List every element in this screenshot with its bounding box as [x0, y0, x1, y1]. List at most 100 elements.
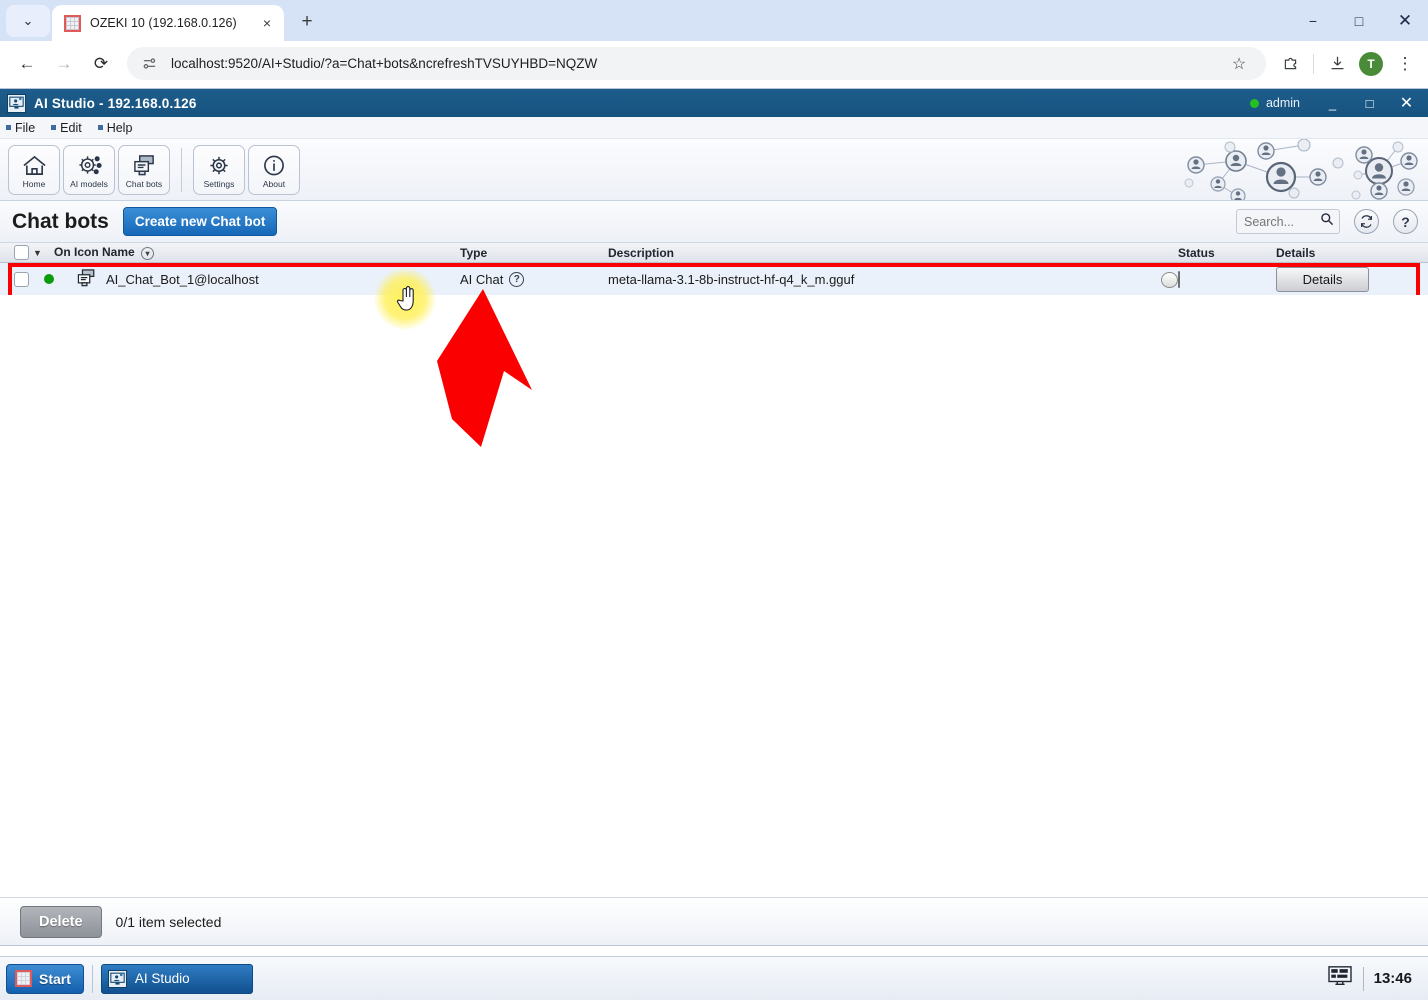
toggle-knob — [1161, 271, 1178, 288]
ribbon-label-about: About — [262, 178, 286, 189]
row-details-cell[interactable]: Details — [1276, 266, 1428, 292]
gear-icon — [207, 151, 231, 177]
ribbon-button-home[interactable]: Home — [8, 144, 60, 195]
site-settings-icon[interactable] — [137, 52, 161, 76]
ribbon-label-ai-models: AI models — [70, 178, 108, 189]
home-icon — [22, 151, 47, 177]
taskbar-divider — [91, 964, 93, 993]
tab-favicon-icon — [64, 14, 81, 32]
table-row[interactable]: AI_Chat_Bot_1@localhost AI Chat ? meta-l… — [0, 263, 1428, 295]
download-icon[interactable] — [1322, 49, 1352, 79]
menu-edit-label: Edit — [60, 120, 82, 135]
refresh-button[interactable] — [1354, 209, 1379, 234]
select-all-checkbox[interactable] — [14, 245, 29, 260]
address-bar-url: localhost:9520/AI+Studio/?a=Chat+bots&nc… — [171, 56, 598, 71]
status-toggle[interactable] — [1161, 270, 1180, 288]
menu-file[interactable]: File — [6, 121, 35, 135]
ribbon-divider — [181, 147, 182, 192]
row-type-label: AI Chat — [460, 271, 504, 287]
menu-edit[interactable]: Edit — [51, 121, 82, 135]
start-label: Start — [39, 970, 71, 987]
tab-search-chevron-icon[interactable]: ⌄ — [6, 5, 50, 37]
browser-menu-icon[interactable]: ⋮ — [1390, 49, 1420, 79]
browser-close-button[interactable]: ✕ — [1382, 0, 1428, 41]
start-logo-icon — [15, 970, 32, 987]
selection-count-label: 0/1 item selected — [115, 913, 222, 930]
tab-close-icon[interactable]: × — [256, 12, 278, 34]
browser-maximize-button[interactable]: □ — [1336, 0, 1382, 41]
table-empty-area — [0, 295, 1428, 929]
menu-help-label: Help — [106, 120, 133, 135]
logged-in-user[interactable]: admin — [1266, 96, 1300, 110]
tab-title: OZEKI 10 (192.168.0.126) — [90, 16, 237, 30]
menu-file-label: File — [15, 120, 36, 135]
taskbar-item-ai-studio[interactable]: AI Studio — [100, 963, 253, 994]
ai-studio-window: AI Studio - 192.168.0.126 admin _ □ ✕ Fi… — [0, 88, 1428, 946]
bookmark-star-icon[interactable]: ☆ — [1224, 49, 1254, 79]
chevron-down-icon[interactable]: ▼ — [33, 248, 42, 258]
select-all-cell[interactable]: ▼ — [0, 245, 44, 260]
column-header-name-label: On Icon Name — [54, 245, 135, 260]
delete-button[interactable]: Delete — [20, 905, 102, 938]
column-header-details[interactable]: Details — [1276, 246, 1428, 260]
new-tab-button[interactable]: + — [292, 7, 322, 37]
browser-tab[interactable]: OZEKI 10 (192.168.0.126) × — [52, 5, 284, 41]
address-bar[interactable]: localhost:9520/AI+Studio/?a=Chat+bots&nc… — [127, 47, 1266, 80]
menu-help[interactable]: Help — [97, 120, 133, 135]
reload-button[interactable]: ⟳ — [84, 47, 118, 81]
row-name[interactable]: AI_Chat_Bot_1@localhost — [106, 272, 460, 287]
profile-avatar[interactable]: T — [1359, 51, 1383, 76]
menu-bullet-icon — [51, 125, 57, 130]
chatbot-icon — [76, 268, 97, 291]
display-icon[interactable] — [1327, 965, 1353, 992]
taskbar: Start AI Studio 13:46 — [0, 956, 1428, 1000]
page-title: Chat bots — [12, 209, 109, 233]
page-header: Chat bots Create new Chat bot ? — [0, 201, 1428, 243]
forward-button[interactable]: → — [47, 47, 81, 81]
details-button[interactable]: Details — [1276, 266, 1369, 292]
taskbar-item-label: AI Studio — [134, 971, 190, 986]
app-title: AI Studio - 192.168.0.126 — [34, 95, 197, 111]
ribbon-label-settings: Settings — [203, 178, 235, 189]
help-button[interactable]: ? — [1393, 209, 1418, 234]
table-header-row: ▼ On Icon Name ▾ Type Description Status… — [0, 243, 1428, 263]
create-new-chat-bot-button[interactable]: Create new Chat bot — [122, 207, 278, 236]
back-button[interactable]: ← — [10, 47, 44, 81]
start-button[interactable]: Start — [6, 963, 84, 994]
row-select-cell[interactable] — [0, 271, 44, 287]
search-input[interactable] — [1244, 214, 1320, 229]
type-help-icon[interactable]: ? — [509, 271, 525, 287]
app-close-button[interactable]: ✕ — [1389, 89, 1424, 117]
app-window-controls: admin _ □ ✕ — [1249, 89, 1424, 117]
ribbon-button-about[interactable]: About — [248, 144, 300, 195]
ribbon-button-chat-bots[interactable]: Chat bots — [118, 144, 170, 195]
row-select-checkbox[interactable] — [14, 271, 29, 287]
menu-bullet-icon — [97, 125, 103, 130]
gear-network-icon — [77, 151, 102, 177]
column-header-name[interactable]: On Icon Name ▾ — [54, 245, 460, 260]
ai-studio-logo-icon — [7, 93, 26, 113]
ribbon-button-settings[interactable]: Settings — [193, 144, 245, 195]
ribbon-label-chat-bots: Chat bots — [125, 178, 163, 189]
online-status-dot-icon — [44, 274, 54, 284]
row-on-cell — [44, 274, 76, 284]
app-maximize-button[interactable]: □ — [1352, 89, 1387, 117]
column-header-type[interactable]: Type — [460, 246, 608, 260]
extensions-icon[interactable] — [1275, 49, 1305, 79]
sort-chevron-icon[interactable]: ▾ — [141, 246, 155, 260]
tray-divider — [1362, 966, 1364, 991]
column-header-description[interactable]: Description — [608, 246, 1178, 260]
search-icon[interactable] — [1320, 212, 1334, 231]
user-status-dot-icon — [1249, 98, 1259, 108]
info-icon — [262, 151, 286, 177]
search-box[interactable] — [1236, 209, 1340, 234]
column-header-status[interactable]: Status — [1178, 246, 1276, 260]
browser-window-controls: − □ ✕ — [1290, 0, 1428, 41]
taskbar-clock[interactable]: 13:46 — [1374, 970, 1412, 987]
app-minimize-button[interactable]: _ — [1315, 89, 1350, 117]
row-status-cell[interactable] — [1161, 270, 1276, 288]
browser-minimize-button[interactable]: − — [1290, 0, 1336, 41]
ribbon-button-ai-models[interactable]: AI models — [63, 144, 115, 195]
chat-bots-table: ▼ On Icon Name ▾ Type Description Status… — [0, 243, 1428, 299]
app-ribbon: Home AI models Chat bots Settings About — [0, 139, 1428, 201]
